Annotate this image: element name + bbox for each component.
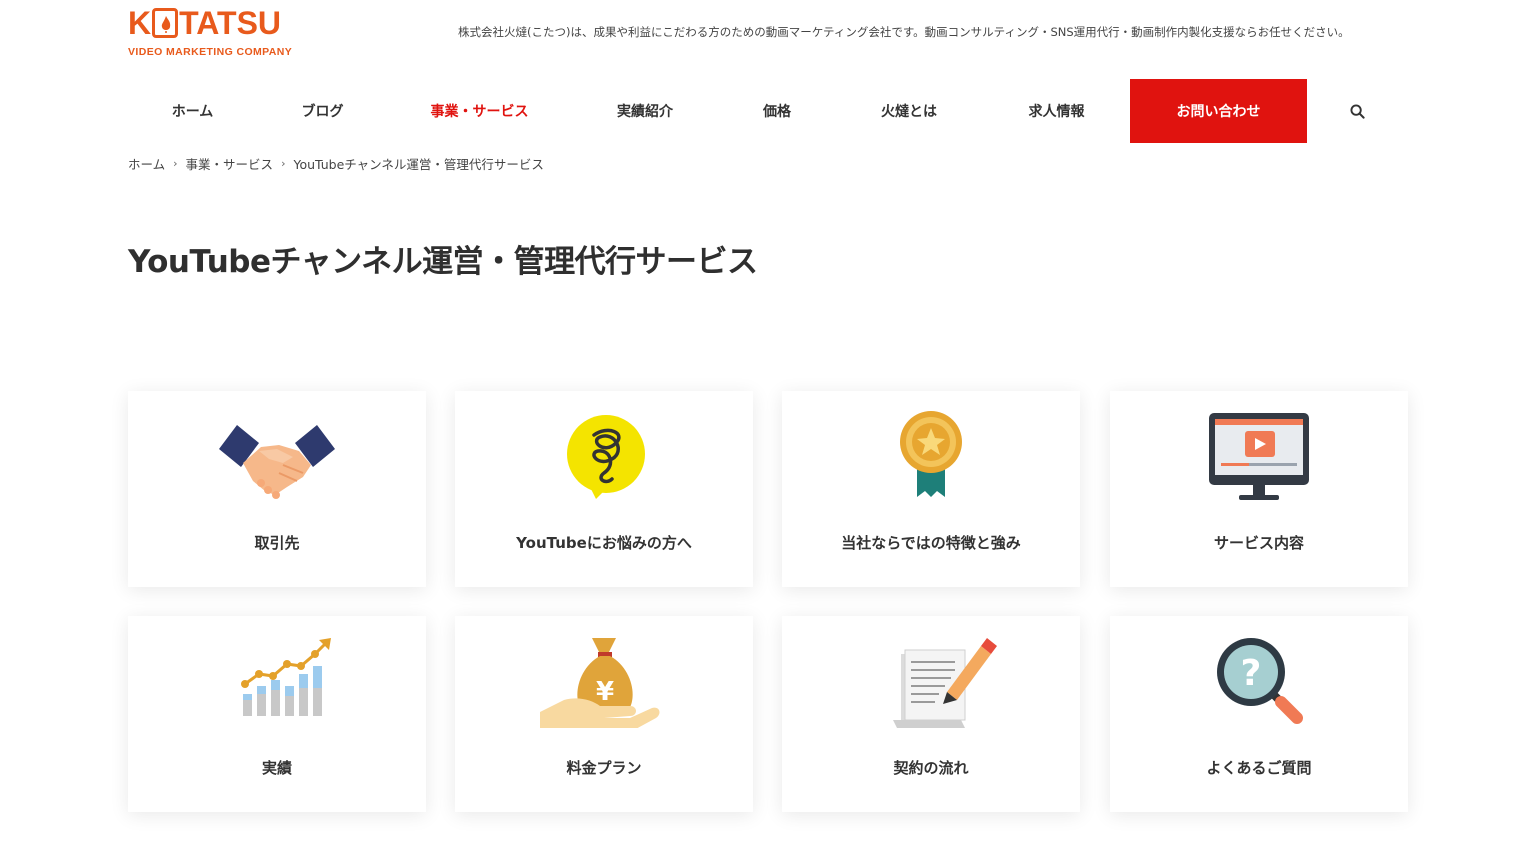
breadcrumb-services[interactable]: 事業・サービス — [186, 154, 274, 173]
card-results[interactable]: 実績 — [128, 616, 426, 812]
nav-item-home[interactable]: ホーム — [128, 79, 257, 143]
breadcrumb-separator-icon: › — [173, 157, 178, 170]
logo-wordmark: K TATSU — [128, 7, 303, 39]
handshake-icon — [207, 411, 347, 503]
card-label: 契約の流れ — [893, 759, 969, 777]
card-youtube-worries[interactable]: YouTubeにお悩みの方へ — [455, 391, 753, 587]
search-button[interactable] — [1307, 79, 1407, 143]
nav-item-blog[interactable]: ブログ — [257, 79, 388, 143]
card-faq[interactable]: ? よくあるご質問 — [1110, 616, 1408, 812]
card-service-details[interactable]: サービス内容 — [1110, 391, 1408, 587]
logo-subtitle: VIDEO MARKETING COMPANY — [128, 46, 293, 58]
award-badge-icon — [861, 411, 1001, 503]
breadcrumb: ホーム › 事業・サービス › YouTubeチャンネル運営・管理代行サービス — [128, 154, 544, 173]
logo-phone-icon — [152, 8, 179, 38]
nav-item-about[interactable]: 火燵とは — [835, 79, 983, 143]
svg-text:¥: ¥ — [596, 677, 614, 707]
card-contract-flow[interactable]: 契約の流れ — [782, 616, 1080, 812]
card-label: サービス内容 — [1213, 534, 1304, 552]
card-label: 当社ならではの特徴と強み — [841, 534, 1021, 552]
breadcrumb-current: YouTubeチャンネル運営・管理代行サービス — [293, 157, 544, 172]
card-label: よくあるご質問 — [1206, 759, 1312, 777]
header-tagline: 株式会社火燵(こたつ)は、成果や利益にこだわる方のための動画マーケティング会社で… — [458, 25, 1350, 39]
svg-text:?: ? — [1241, 653, 1262, 694]
card-label: 取引先 — [254, 534, 300, 552]
search-icon — [1349, 103, 1365, 119]
main-nav: ホーム ブログ 事業・サービス 実績紹介 価格 火燵とは 求人情報 お問い合わせ — [128, 79, 1407, 143]
worry-bubble-icon — [534, 411, 674, 503]
contract-pen-icon — [861, 636, 1001, 728]
growth-chart-icon — [207, 636, 347, 728]
card-clients[interactable]: 取引先 — [128, 391, 426, 587]
card-strengths[interactable]: 当社ならではの特徴と強み — [782, 391, 1080, 587]
breadcrumb-separator-icon: › — [281, 157, 286, 170]
breadcrumb-home[interactable]: ホーム — [128, 154, 165, 173]
question-magnifier-icon: ? — [1189, 636, 1329, 728]
logo-letters-tatsu: TATSU — [179, 5, 282, 41]
nav-item-services[interactable]: 事業・サービス — [388, 79, 571, 143]
logo-letter-k: K — [128, 5, 152, 41]
card-label: 実績 — [261, 759, 292, 777]
nav-item-recruit[interactable]: 求人情報 — [983, 79, 1130, 143]
nav-item-price[interactable]: 価格 — [719, 79, 835, 143]
money-bag-icon: ¥ — [534, 636, 674, 728]
card-pricing[interactable]: ¥ 料金プラン — [455, 616, 753, 812]
card-label: 料金プラン — [566, 759, 642, 777]
nav-item-works[interactable]: 実績紹介 — [571, 79, 719, 143]
card-label: YouTubeにお悩みの方へ — [516, 534, 692, 552]
site-logo[interactable]: K TATSU VIDEO MARKETING COMPANY — [128, 7, 303, 59]
video-monitor-icon — [1189, 411, 1329, 503]
nav-contact-button[interactable]: お問い合わせ — [1130, 79, 1307, 143]
page-title: YouTubeチャンネル運営・管理代行サービス — [128, 244, 758, 280]
